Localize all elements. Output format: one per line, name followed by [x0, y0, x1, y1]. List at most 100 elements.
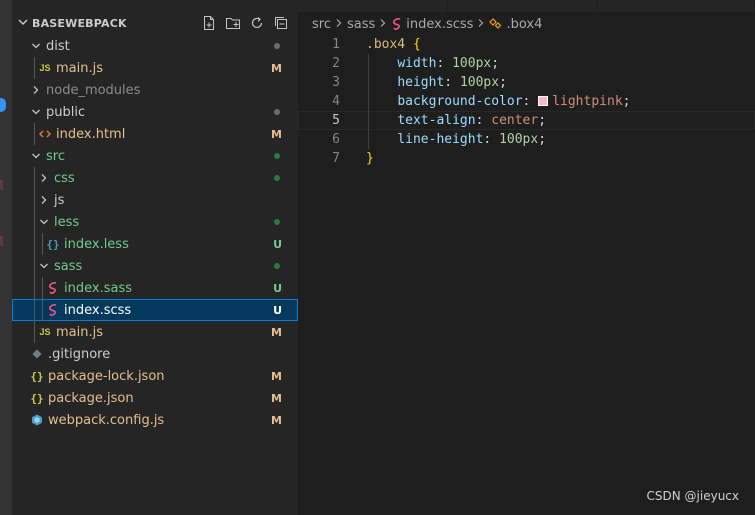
gitignore-file-icon: [30, 349, 44, 359]
code-token: width: [397, 56, 437, 71]
tree-item-label: index.html: [56, 126, 126, 142]
tree-item-label: less: [54, 214, 80, 230]
file-row[interactable]: index.scss U: [12, 299, 298, 321]
folder-row[interactable]: dist: [12, 35, 298, 57]
code-line[interactable]: 6 line-height: 100px;: [298, 130, 755, 149]
tree-item-label: css: [54, 170, 75, 186]
code-token: :: [483, 132, 500, 147]
folder-row[interactable]: css: [12, 167, 298, 189]
chevron-down-icon: [14, 17, 32, 30]
explorer-title: BASEWEBPACK: [32, 16, 127, 30]
html-file-icon: [38, 128, 52, 140]
file-row[interactable]: index.sass U: [12, 277, 298, 299]
indent-guide: [34, 167, 35, 189]
code-token: ;: [499, 75, 507, 90]
less-file-icon: {}: [46, 237, 60, 251]
file-row[interactable]: index.html M: [12, 123, 298, 145]
breadcrumb-symbol[interactable]: .box4: [506, 17, 542, 32]
tree-item-label: sass: [54, 258, 83, 274]
git-status-dot: [274, 109, 280, 115]
source-control-badge-icon[interactable]: [0, 98, 6, 112]
file-row[interactable]: JS main.js M: [12, 57, 298, 79]
breadcrumb: src sass index.scss .box4: [312, 14, 542, 34]
activity-marker: [0, 180, 3, 190]
git-status-dot: [274, 175, 280, 181]
file-row[interactable]: .gitignore: [12, 343, 298, 365]
collapse-all-icon[interactable]: [272, 15, 290, 31]
code-line[interactable]: 3 height: 100px;: [298, 73, 755, 92]
refresh-icon[interactable]: [248, 15, 266, 31]
editor-area: src sass index.scss .box4 1 .box4 {2 width: …: [298, 0, 755, 515]
breadcrumb-file[interactable]: index.scss: [406, 17, 473, 32]
git-status-badge: M: [271, 325, 282, 339]
folder-row[interactable]: js: [12, 189, 298, 211]
color-swatch[interactable]: [538, 96, 549, 106]
tree-item-label: package-lock.json: [48, 368, 165, 384]
code-line[interactable]: 1 .box4 {: [298, 35, 755, 54]
symbol-class-icon: [489, 18, 503, 30]
chevron-down-icon[interactable]: [30, 41, 42, 51]
tab[interactable]: [448, 0, 598, 12]
folder-row[interactable]: src: [12, 145, 298, 167]
code-line[interactable]: 4 background-color: lightpink;: [298, 92, 755, 111]
git-status-dot: [274, 219, 280, 225]
git-status-badge: M: [271, 413, 282, 427]
indent-guide: [34, 255, 35, 277]
code-token: height: [397, 75, 445, 90]
chevron-down-icon[interactable]: [30, 151, 42, 161]
indent-guide: [42, 233, 43, 255]
line-number: 6: [332, 132, 340, 147]
code-editor[interactable]: 1 .box4 {2 width: 100px; 3 height: 100px; 4…: [298, 35, 755, 168]
tree-item-label: main.js: [56, 60, 103, 76]
chevron-down-icon[interactable]: [38, 261, 50, 271]
breadcrumb-segment[interactable]: sass: [347, 17, 375, 32]
tree-item-label: index.sass: [64, 280, 132, 296]
code-token: 100px: [499, 132, 539, 147]
chevron-right-icon[interactable]: [30, 85, 42, 95]
file-row[interactable]: {} package.json M: [12, 387, 298, 409]
git-status-dot: [274, 263, 280, 269]
indent-guide: [34, 57, 35, 79]
code-line[interactable]: 7}: [298, 149, 755, 168]
js-file-icon: JS: [39, 327, 51, 337]
folder-row[interactable]: less: [12, 211, 298, 233]
chevron-down-icon[interactable]: [38, 217, 50, 227]
code-token: center: [491, 113, 539, 128]
activity-marker: [0, 236, 3, 246]
indent-guide: [34, 277, 35, 299]
indent-guide: [34, 123, 35, 145]
activity-bar: [0, 0, 12, 515]
code-line[interactable]: 2 width: 100px;: [298, 54, 755, 73]
code-token: line-height: [397, 132, 484, 147]
tree-item-label: .gitignore: [48, 346, 111, 362]
webpack-config-icon: [30, 414, 44, 426]
file-row[interactable]: JS main.js M: [12, 321, 298, 343]
indent-guide: [34, 299, 35, 321]
git-status-badge: U: [273, 281, 282, 295]
breadcrumb-segment[interactable]: src: [312, 17, 331, 32]
folder-row[interactable]: node_modules: [12, 79, 298, 101]
tab[interactable]: [598, 0, 755, 12]
code-token: ;: [538, 113, 547, 128]
chevron-right-icon[interactable]: [38, 195, 50, 205]
code-token: text-align: [397, 113, 476, 128]
new-folder-icon[interactable]: [224, 15, 242, 31]
new-file-icon[interactable]: [200, 15, 218, 31]
file-row[interactable]: webpack.config.js M: [12, 409, 298, 431]
git-status-badge: M: [271, 391, 282, 405]
folder-row[interactable]: sass: [12, 255, 298, 277]
chevron-down-icon[interactable]: [30, 107, 42, 117]
explorer-actions: [200, 15, 290, 31]
folder-row[interactable]: public: [12, 101, 298, 123]
file-row[interactable]: {} index.less U: [12, 233, 298, 255]
chevron-right-icon[interactable]: [38, 173, 50, 183]
code-line[interactable]: 5 text-align: center;: [298, 111, 755, 130]
indent-guide: [34, 211, 35, 233]
code-token: .box4: [366, 37, 406, 52]
file-row[interactable]: {} package-lock.json M: [12, 365, 298, 387]
tab[interactable]: [298, 0, 448, 12]
code-token: lightpink: [552, 94, 623, 109]
